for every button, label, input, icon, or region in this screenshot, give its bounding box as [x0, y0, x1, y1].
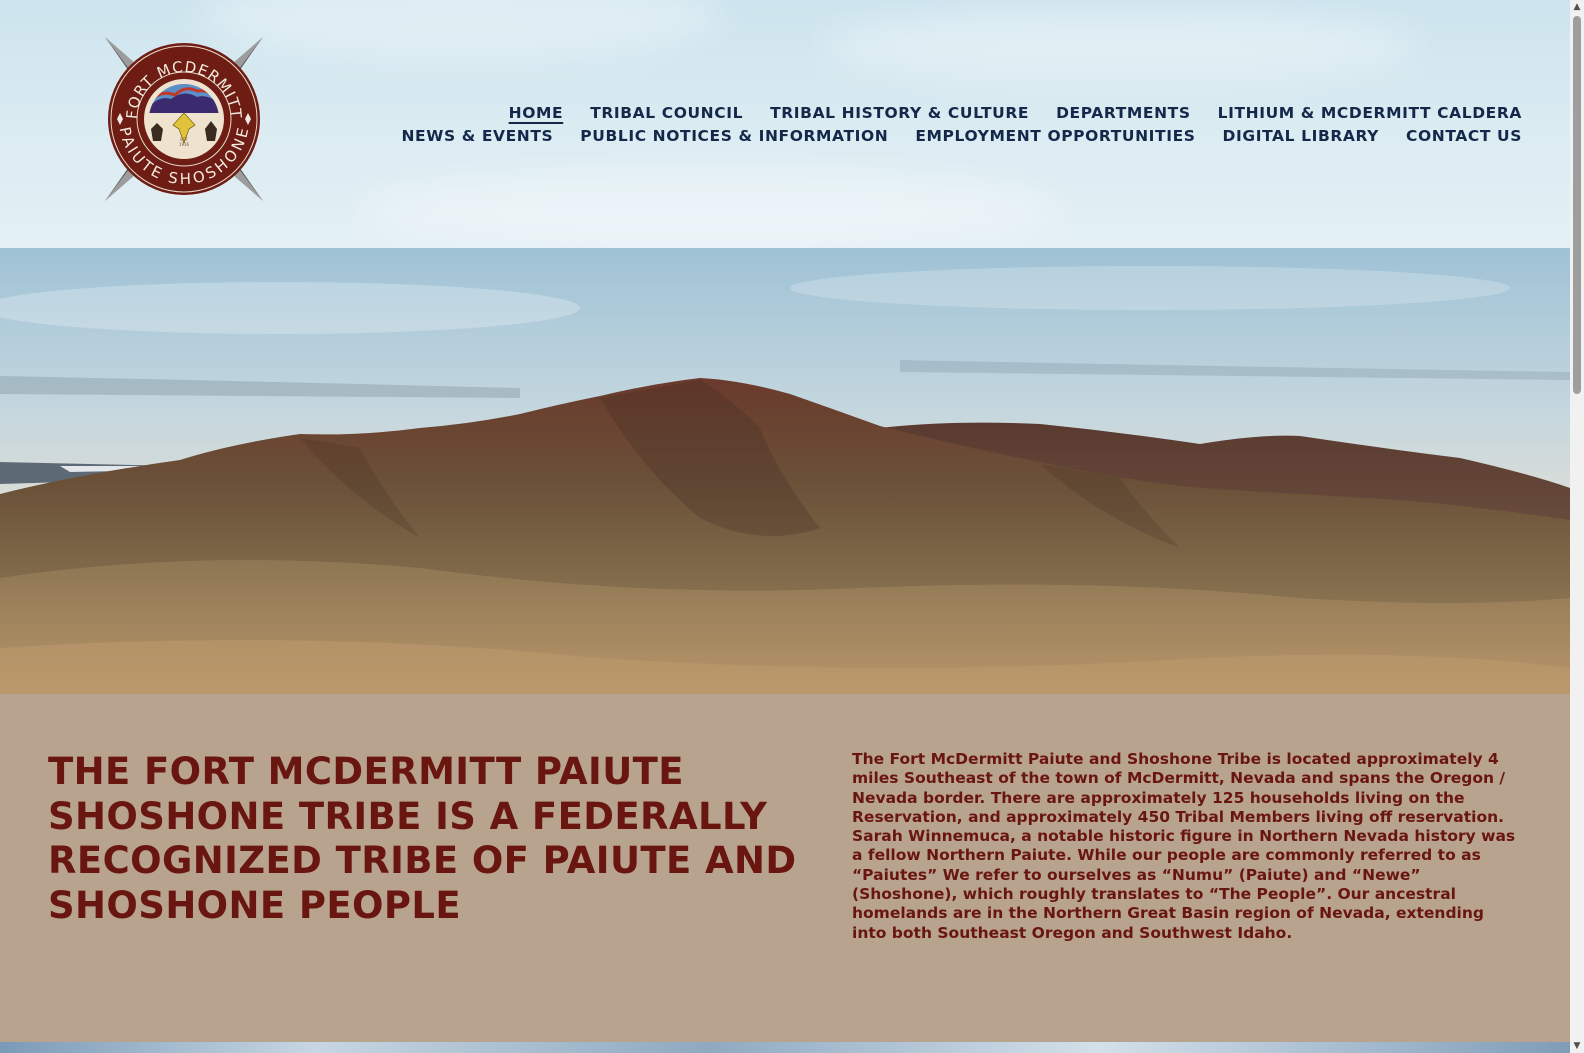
intro-body-text: The Fort McDermitt Paiute and Shoshone T… [852, 750, 1516, 942]
scroll-down-arrow-icon[interactable]: ▼ [1570, 1039, 1584, 1053]
scroll-up-arrow-icon[interactable]: ▲ [1570, 0, 1584, 14]
nav-departments[interactable]: DEPARTMENTS [1056, 104, 1191, 122]
nav-lithium-mcdermitt-caldera[interactable]: LITHIUM & MCDERMITT CALDERA [1218, 104, 1522, 122]
intro-headline: THE FORT MCDERMITT PAIUTE SHOSHONE TRIBE… [48, 750, 797, 927]
next-section-image-strip [0, 1042, 1570, 1053]
hero-mountain-image [0, 248, 1570, 694]
sky-cloud [200, 0, 720, 60]
nav-row-secondary: NEWS & EVENTS PUBLIC NOTICES & INFORMATI… [401, 124, 1522, 147]
sky-cloud [820, 10, 1420, 80]
page-scrollbar[interactable]: ▲ ▼ [1570, 0, 1584, 1053]
nav-tribal-council[interactable]: TRIBAL COUNCIL [590, 104, 743, 122]
nav-digital-library[interactable]: DIGITAL LIBRARY [1223, 127, 1379, 145]
nav-home[interactable]: HOME [509, 104, 564, 122]
logo-est-year: 1936 [179, 142, 190, 147]
main-navigation: HOME TRIBAL COUNCIL TRIBAL HISTORY & CUL… [401, 101, 1522, 147]
scroll-thumb[interactable] [1573, 16, 1581, 394]
nav-public-notices-information[interactable]: PUBLIC NOTICES & INFORMATION [580, 127, 888, 145]
nav-news-events[interactable]: NEWS & EVENTS [401, 127, 553, 145]
nav-row-primary: HOME TRIBAL COUNCIL TRIBAL HISTORY & CUL… [402, 101, 1522, 124]
tribe-seal-logo[interactable]: EST 1936 FORT MCDERMITT PAIUTE SHOSHONE [99, 33, 269, 205]
mountain-landscape [0, 248, 1570, 694]
nav-employment-opportunities[interactable]: EMPLOYMENT OPPORTUNITIES [915, 127, 1195, 145]
site-header: EST 1936 FORT MCDERMITT PAIUTE SHOSHONE … [0, 0, 1570, 248]
nav-tribal-history-culture[interactable]: TRIBAL HISTORY & CULTURE [770, 104, 1029, 122]
intro-section: THE FORT MCDERMITT PAIUTE SHOSHONE TRIBE… [0, 694, 1570, 1042]
sky-cloud [360, 170, 1060, 248]
nav-contact-us[interactable]: CONTACT US [1406, 127, 1522, 145]
